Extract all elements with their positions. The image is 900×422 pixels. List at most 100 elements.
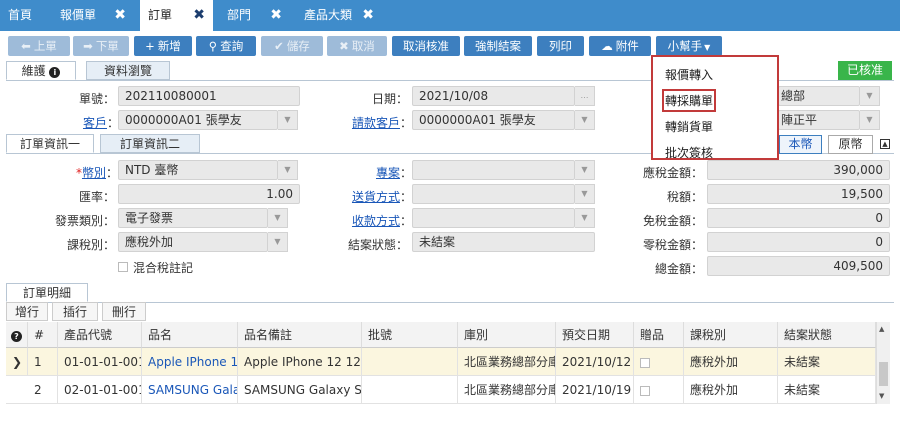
scroll-down-icon[interactable]: ▼	[879, 392, 884, 400]
col-header[interactable]: 批號	[362, 322, 458, 348]
col-header[interactable]: 產品代號	[58, 322, 142, 348]
col-header[interactable]: 結案狀態	[778, 322, 876, 348]
department-field[interactable]: 總部	[778, 86, 860, 106]
prev-record-button[interactable]: ⬅ 上單	[8, 36, 70, 56]
tab-home[interactable]: 首頁	[0, 0, 44, 31]
close-icon[interactable]: ✖	[362, 0, 374, 31]
menu-item-to-purchase-order[interactable]: 轉採購單	[661, 89, 717, 112]
product-code-cell[interactable]: 02-01-01-001	[58, 376, 142, 404]
chevron-down-icon[interactable]: ▼	[575, 160, 595, 180]
tab-order-info-2[interactable]: 訂單資訊二	[100, 134, 200, 153]
help-icon[interactable]: ?	[6, 322, 28, 348]
tab-browse[interactable]: 資料瀏覽	[86, 61, 170, 80]
currency-link[interactable]: 幣別	[82, 166, 106, 180]
invoice-type-field[interactable]: 電子發票	[118, 208, 268, 228]
col-header[interactable]: 品名備註	[238, 322, 362, 348]
rate-field[interactable]: 1.00	[118, 184, 300, 204]
close-icon[interactable]: ✖	[193, 0, 205, 31]
original-currency-toggle[interactable]: 原幣	[828, 135, 873, 154]
add-row-button[interactable]: 增行	[6, 302, 48, 321]
tax-type-field[interactable]: 應稅外加	[118, 232, 268, 252]
menu-item-import-quotation[interactable]: 報價轉入	[665, 66, 713, 83]
ship-method-field[interactable]	[412, 184, 575, 204]
product-note-cell[interactable]: Apple IPhone 12 128G	[238, 348, 362, 376]
col-header[interactable]: 課稅別	[684, 322, 778, 348]
ship-method-link[interactable]: 送貨方式	[330, 188, 400, 205]
tab-order-detail[interactable]: 訂單明細	[6, 283, 88, 302]
helper-dropdown-button[interactable]: 小幫手 ▼	[656, 36, 722, 56]
tab-label: 維護	[21, 64, 46, 78]
order-no-field[interactable]: 202110080001	[118, 86, 300, 106]
tab-order[interactable]: 訂單 ✖	[140, 0, 213, 31]
tab-product-category[interactable]: 產品大類 ✖	[296, 0, 382, 31]
batch-cell[interactable]	[362, 348, 458, 376]
taxable-amount-label: 應稅金額：	[642, 166, 703, 180]
add-button[interactable]: + 新增	[134, 36, 192, 56]
close-icon[interactable]: ✖	[270, 0, 282, 31]
col-header[interactable]: 預交日期	[556, 322, 634, 348]
scrollbar-thumb[interactable]	[879, 362, 888, 386]
chevron-down-icon[interactable]: ▼	[575, 110, 595, 130]
insert-row-button[interactable]: 插行	[52, 302, 98, 321]
customer-link[interactable]: 客戶	[40, 114, 107, 131]
cancel-button[interactable]: ✖ 取消	[327, 36, 387, 56]
print-button[interactable]: 列印	[537, 36, 584, 56]
tab-order-info-1[interactable]: 訂單資訊一	[6, 134, 94, 153]
col-header[interactable]: 庫別	[458, 322, 556, 348]
tab-maintain[interactable]: 維護 i	[6, 61, 76, 80]
col-header[interactable]: 贈品	[634, 322, 684, 348]
menu-item-batch-approve[interactable]: 批次簽核	[665, 144, 713, 161]
invoice-type-label: 發票類別：	[54, 214, 115, 228]
chevron-down-icon[interactable]: ▼	[268, 208, 288, 228]
tax-type-cell[interactable]: 應稅外加	[684, 348, 778, 376]
currency-field[interactable]: NTD 臺幣	[118, 160, 278, 180]
delete-row-button[interactable]: 刪行	[102, 302, 146, 321]
pay-method-link[interactable]: 收款方式	[330, 212, 400, 229]
warehouse-cell[interactable]: 北區業務總部分庫	[458, 376, 556, 404]
col-header[interactable]: #	[28, 322, 58, 348]
chevron-down-icon[interactable]: ▼	[278, 160, 298, 180]
next-record-button[interactable]: ➡ 下單	[73, 36, 129, 56]
save-button[interactable]: ✔ 儲存	[261, 36, 323, 56]
bill-customer-field[interactable]: 0000000A01 張學友	[412, 110, 575, 130]
product-name-cell[interactable]: SAMSUNG Galaxy	[142, 376, 238, 404]
customer-field[interactable]: 0000000A01 張學友	[118, 110, 278, 130]
uncheck-approval-button[interactable]: 取消核准	[392, 36, 460, 56]
due-date-cell[interactable]: 2021/10/12	[556, 348, 634, 376]
exempt-amount-label: 免稅金額：	[642, 214, 703, 228]
gift-checkbox[interactable]	[634, 348, 684, 376]
project-link[interactable]: 專案	[330, 164, 400, 181]
chevron-down-icon[interactable]: ▼	[278, 110, 298, 130]
due-date-cell[interactable]: 2021/10/19	[556, 376, 634, 404]
chevron-down-icon[interactable]: ▼	[268, 232, 288, 252]
mixed-tax-checkbox[interactable]	[118, 262, 128, 272]
chevron-down-icon[interactable]: ▼	[860, 86, 880, 106]
product-code-cell[interactable]: 01-01-01-001	[58, 348, 142, 376]
menu-item-to-sales-order[interactable]: 轉銷貨單	[665, 118, 713, 135]
col-header[interactable]: 品名	[142, 322, 238, 348]
product-note-cell[interactable]: SAMSUNG Galaxy S21	[238, 376, 362, 404]
product-name-cell[interactable]: Apple IPhone 12	[142, 348, 238, 376]
scroll-up-icon[interactable]: ▲	[879, 325, 884, 333]
gift-checkbox[interactable]	[634, 376, 684, 404]
chevron-down-icon[interactable]: ▼	[575, 184, 595, 204]
tab-quotation[interactable]: 報價單 ✖	[52, 0, 134, 31]
query-button[interactable]: ⚲ 查詢	[196, 36, 256, 56]
salesperson-field[interactable]: 陣正平	[778, 110, 860, 130]
chevron-down-icon[interactable]: ▼	[575, 208, 595, 228]
collapse-icon[interactable]: ▲	[880, 139, 890, 149]
attachment-button[interactable]: ☁ 附件	[589, 36, 651, 56]
warehouse-cell[interactable]: 北區業務總部分庫	[458, 348, 556, 376]
tax-type-cell[interactable]: 應稅外加	[684, 376, 778, 404]
bill-customer-link[interactable]: 請款客戶	[330, 114, 400, 131]
force-close-button[interactable]: 強制結案	[464, 36, 532, 56]
project-field[interactable]	[412, 160, 575, 180]
tab-department[interactable]: 部門 ✖	[219, 0, 290, 31]
close-icon[interactable]: ✖	[114, 0, 126, 31]
date-field[interactable]: 2021/10/08	[412, 86, 575, 106]
chevron-down-icon[interactable]: ▼	[860, 110, 880, 130]
pay-method-field[interactable]	[412, 208, 575, 228]
date-picker-button[interactable]: …	[575, 86, 595, 106]
batch-cell[interactable]	[362, 376, 458, 404]
local-currency-toggle[interactable]: 本幣	[779, 135, 822, 154]
